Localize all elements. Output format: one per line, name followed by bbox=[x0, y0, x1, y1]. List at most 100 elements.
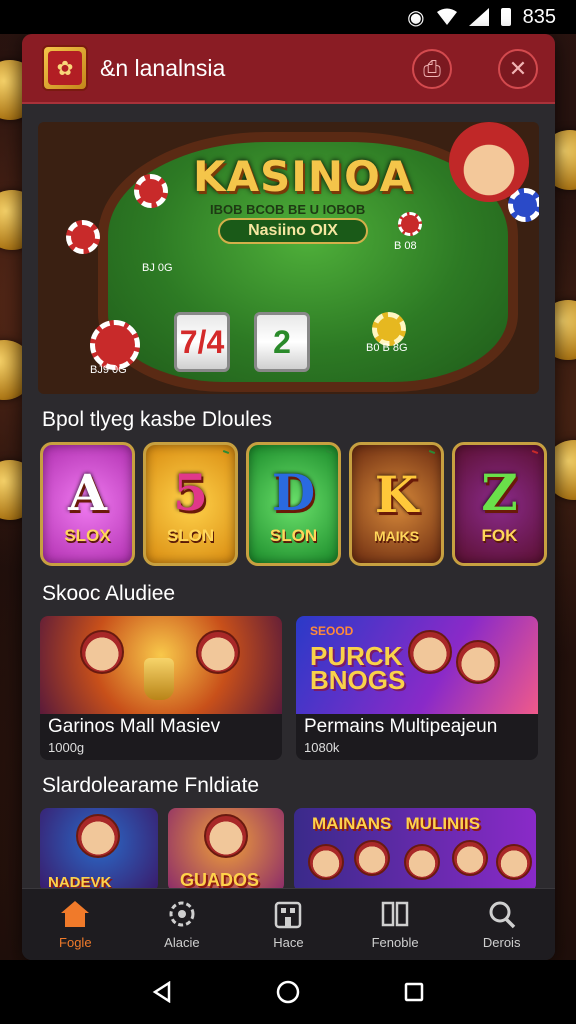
nav-item-derois[interactable]: Derois bbox=[457, 899, 547, 950]
nav-item-hace[interactable]: Hace bbox=[243, 899, 333, 950]
nav-label: Hace bbox=[273, 935, 304, 950]
slot-game-tile[interactable]: A SLOX bbox=[40, 442, 135, 566]
slot-letter: 5 bbox=[173, 462, 208, 522]
poker-chip-icon bbox=[372, 312, 406, 346]
new-tag bbox=[222, 450, 230, 454]
featured-row: Garinos Mall Masiev 1000g SEOOD PURCK BN… bbox=[40, 616, 538, 760]
featured-section-title: Skooc Aludiee bbox=[42, 582, 176, 605]
status-time: 835 bbox=[522, 5, 556, 28]
hero-subtitle: IBOB BCOB BE U IOBOB bbox=[210, 202, 366, 217]
hero-badge: Nasiino OIX bbox=[218, 218, 368, 244]
new-tag bbox=[325, 450, 333, 454]
nfc-icon: ◉ bbox=[407, 6, 425, 29]
logo-emblem-icon: ✿ bbox=[48, 51, 82, 85]
hero-title: KASINOA bbox=[193, 152, 414, 201]
character-face bbox=[496, 844, 532, 880]
status-bar: ◉ 835 bbox=[0, 0, 576, 34]
book-icon bbox=[381, 901, 409, 927]
featured-game-card[interactable]: Garinos Mall Masiev 1000g bbox=[40, 616, 282, 760]
featured-headline: PURCK BNOGS bbox=[310, 641, 406, 695]
featured-game-card[interactable]: SEOOD PURCK BNOGS Permains Multipeajeun … bbox=[296, 616, 538, 760]
more-game-card[interactable]: NADEVK bbox=[40, 808, 158, 892]
nav-label: Fogle bbox=[59, 935, 92, 950]
featured-game-name: Garinos Mall Masiev bbox=[48, 716, 221, 737]
more-game-card[interactable]: GUADOS bbox=[168, 808, 284, 892]
poker-chip-icon bbox=[134, 174, 168, 208]
home-icon bbox=[61, 901, 90, 927]
hero-banner[interactable]: KASINOA IBOB BCOB BE U IOBOB Nasiino OIX… bbox=[38, 122, 539, 394]
close-button[interactable]: ✕ bbox=[498, 49, 538, 89]
poker-chip-icon bbox=[66, 220, 100, 254]
slot-game-tile[interactable]: 5 SLON bbox=[143, 442, 238, 566]
character-face bbox=[204, 814, 248, 858]
more-game-card[interactable]: MAINANS MULINIIS bbox=[294, 808, 536, 892]
slot-name: SLON bbox=[166, 525, 215, 545]
slot-letter: A bbox=[68, 462, 107, 522]
nav-label: Derois bbox=[482, 935, 521, 950]
bottom-nav: Fogle Alacie Hace Fenoble Derois bbox=[22, 888, 555, 960]
wifi-icon bbox=[436, 8, 457, 25]
nav-label: Alacie bbox=[164, 935, 200, 950]
character-face bbox=[196, 630, 240, 674]
slot-name: SLOX bbox=[64, 525, 111, 545]
signal-icon bbox=[468, 8, 489, 26]
new-tag bbox=[428, 450, 436, 454]
character-face bbox=[452, 840, 488, 876]
featured-game-count: 1080k bbox=[304, 740, 340, 755]
app-panel: ✿ &n lanalnsia ⎙ ✕ KASINOA IBOB BCOB BE … bbox=[22, 34, 555, 960]
back-icon[interactable] bbox=[151, 981, 173, 1003]
slot-name: FOK bbox=[481, 525, 518, 545]
new-tag bbox=[531, 450, 539, 454]
more-game-title: MAINANS MULINIIS bbox=[312, 814, 481, 833]
system-nav-bar bbox=[0, 960, 576, 1024]
featured-headline-small: SEOOD bbox=[310, 624, 354, 638]
slot-reel: 7/4 bbox=[174, 312, 230, 372]
character-face bbox=[308, 844, 344, 880]
more-section-title: Slardolearame Fnldiate bbox=[42, 774, 260, 797]
share-icon: ⎙ bbox=[423, 56, 441, 81]
hero-label: B 08 bbox=[394, 240, 417, 252]
hero-label: BJ9 0G bbox=[90, 364, 127, 376]
nav-item-fenoble[interactable]: Fenoble bbox=[350, 899, 440, 950]
building-icon bbox=[275, 901, 302, 929]
app-title: &n lanalnsia bbox=[100, 54, 226, 81]
header: ✿ &n lanalnsia ⎙ ✕ bbox=[22, 34, 555, 104]
hero-label: B0 B 8G bbox=[366, 342, 408, 354]
jester-character-image bbox=[449, 122, 529, 202]
character-face bbox=[404, 844, 440, 880]
slot-name: SLON bbox=[269, 525, 318, 545]
character-face bbox=[76, 814, 120, 858]
featured-game-image: SEOOD PURCK BNOGS bbox=[296, 616, 538, 714]
slot-game-tile[interactable]: K MAIKS bbox=[349, 442, 444, 566]
featured-game-count: 1000g bbox=[48, 740, 85, 755]
slot-letter: D bbox=[271, 462, 316, 522]
battery-icon bbox=[500, 8, 511, 26]
featured-game-name: Permains Multipeajeun bbox=[304, 716, 498, 737]
featured-game-image bbox=[40, 616, 282, 714]
slot-reel: 2 bbox=[254, 312, 310, 372]
home-button-icon[interactable] bbox=[275, 979, 301, 1005]
share-button[interactable]: ⎙ bbox=[412, 49, 452, 89]
search-icon bbox=[489, 901, 515, 929]
settings-icon bbox=[169, 901, 195, 927]
character-face bbox=[354, 840, 390, 876]
nav-label: Fenoble bbox=[371, 935, 419, 950]
slot-game-tile[interactable]: D SLON bbox=[246, 442, 341, 566]
slot-name: MAIKS bbox=[373, 527, 420, 544]
slots-row: A SLOX 5 SLON D SLON K MAIKS Z FOK bbox=[40, 442, 547, 566]
slot-letter: K bbox=[374, 464, 419, 524]
nav-item-home[interactable]: Fogle bbox=[30, 899, 120, 950]
app-logo: ✿ bbox=[42, 45, 88, 91]
slot-game-tile[interactable]: Z FOK bbox=[452, 442, 547, 566]
poker-chip-icon bbox=[398, 212, 422, 236]
character-face bbox=[456, 640, 500, 684]
character-face bbox=[408, 630, 452, 674]
close-icon: ✕ bbox=[508, 56, 528, 81]
slot-letter: Z bbox=[481, 462, 518, 522]
recents-icon[interactable] bbox=[403, 981, 425, 1003]
poker-chip-icon bbox=[90, 320, 140, 370]
slots-section-title: Bpol tlyeg kasbe Dloules bbox=[42, 408, 272, 431]
hero-label: BJ 0G bbox=[142, 262, 173, 274]
nav-item-alacie[interactable]: Alacie bbox=[137, 899, 227, 950]
trophy-icon bbox=[144, 658, 174, 700]
